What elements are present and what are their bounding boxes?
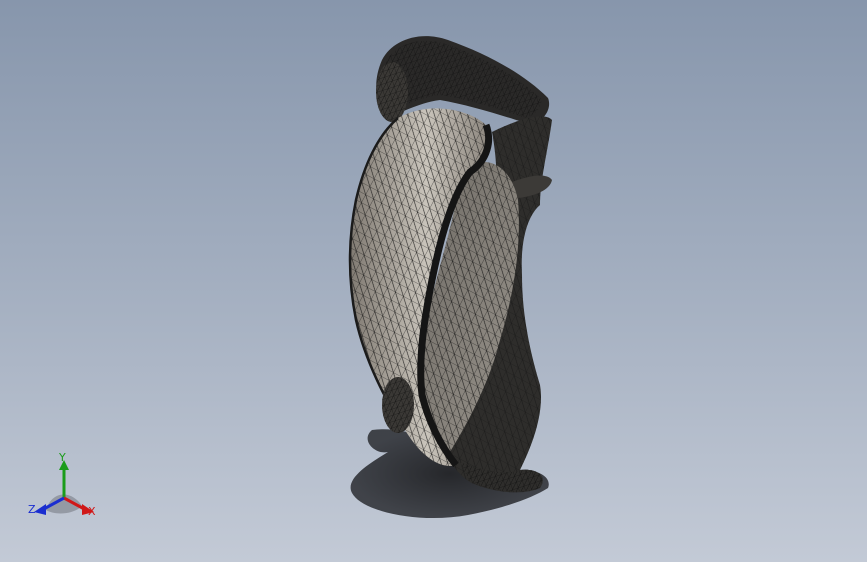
orientation-triad[interactable]: Y X Z	[28, 450, 104, 520]
model-canvas[interactable]	[0, 0, 867, 562]
graphics-viewport[interactable]: Y X Z	[0, 0, 867, 562]
x-axis-label: X	[88, 505, 96, 518]
y-axis-label: Y	[59, 451, 66, 464]
z-axis-label: Z	[28, 503, 36, 516]
